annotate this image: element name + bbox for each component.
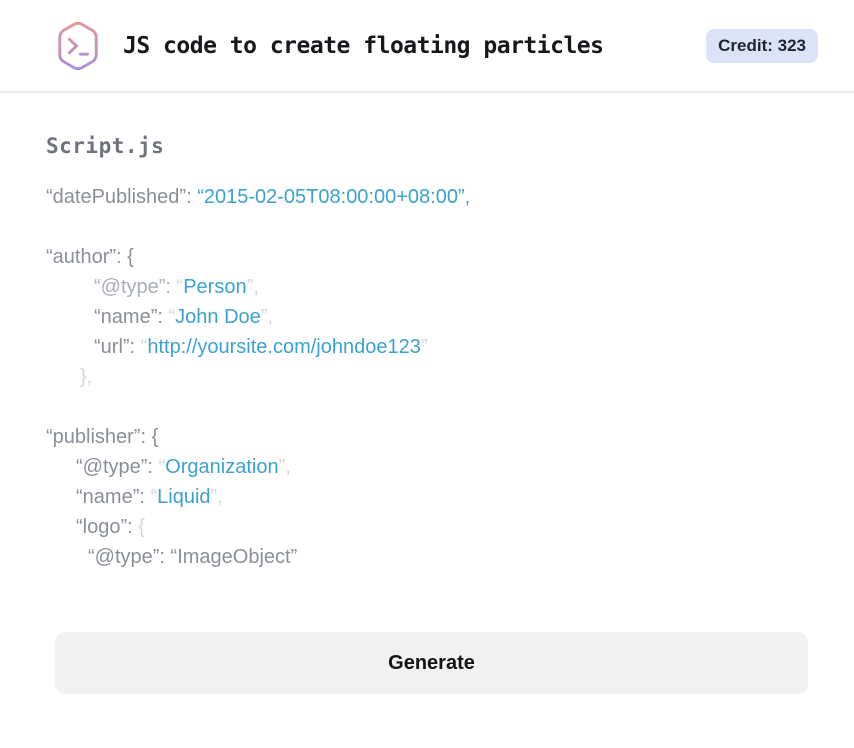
code-segment-value: http://yoursite.com/johndoe123 bbox=[147, 336, 421, 358]
code-line: “name”: “John Doe”, bbox=[46, 302, 808, 332]
generate-button[interactable]: Generate bbox=[55, 632, 808, 694]
code-segment-key: “@type”: “ImageObject” bbox=[88, 546, 298, 568]
code-segment-value: Liquid bbox=[157, 486, 211, 508]
code-segment-key: “datePublished”: bbox=[46, 186, 198, 208]
code-segment-punctlight: ”, bbox=[210, 486, 223, 508]
code-segment-key: “publisher”: { bbox=[46, 426, 159, 448]
code-segment-key: “author”: { bbox=[46, 246, 134, 268]
code-line: “@type”: “Person”, bbox=[46, 272, 808, 302]
code-line: “datePublished”: “2015-02-05T08:00:00+08… bbox=[46, 182, 808, 212]
code-line: “@type”: “ImageObject” bbox=[46, 542, 808, 572]
code-line: “@type”: “Organization”, bbox=[46, 452, 808, 482]
code-line: “publisher”: { bbox=[46, 422, 808, 452]
filename-label: Script.js bbox=[46, 134, 165, 158]
terminal-hexagon-logo-icon bbox=[58, 21, 98, 70]
code-segment-key: “name”: bbox=[94, 306, 169, 328]
main-content: Script.js “datePublished”: “2015-02-05T0… bbox=[0, 134, 854, 694]
code-segment-punctlight: ”, bbox=[246, 276, 259, 298]
code-segment-key: “name”: bbox=[76, 486, 151, 508]
code-line: “logo”: { bbox=[46, 512, 808, 542]
header: JS code to create floating particles Cre… bbox=[0, 0, 854, 93]
code-segment-keylight: “@type”: bbox=[94, 276, 177, 298]
code-segment-punctlight: ”, bbox=[278, 456, 291, 478]
code-segment-key: “url”: bbox=[94, 336, 141, 358]
code-segment-value: Person bbox=[183, 276, 247, 298]
code-segment-punctlight: ”, bbox=[260, 306, 273, 328]
code-line: }, bbox=[46, 362, 808, 392]
code-line: “name”: “Liquid”, bbox=[46, 482, 808, 512]
code-segment-value: Organization bbox=[165, 456, 279, 478]
credit-badge: Credit: 323 bbox=[706, 28, 818, 63]
code-segment-key: “@type”: bbox=[76, 456, 159, 478]
code-block: “datePublished”: “2015-02-05T08:00:00+08… bbox=[46, 182, 808, 572]
code-segment-value: John Doe bbox=[175, 306, 261, 328]
code-segment-punctlight: { bbox=[138, 516, 145, 538]
code-segment-value: “2015-02-05T08:00:00+08:00”, bbox=[197, 186, 471, 208]
page-title: JS code to create floating particles bbox=[123, 32, 604, 59]
code-line: “url”: “http://yoursite.com/johndoe123” bbox=[46, 332, 808, 362]
code-segment-key: “logo”: bbox=[76, 516, 139, 538]
code-segment-punctlight: ” bbox=[420, 336, 428, 358]
code-line: “author”: { bbox=[46, 242, 808, 272]
code-segment-punctlight: }, bbox=[80, 366, 93, 388]
